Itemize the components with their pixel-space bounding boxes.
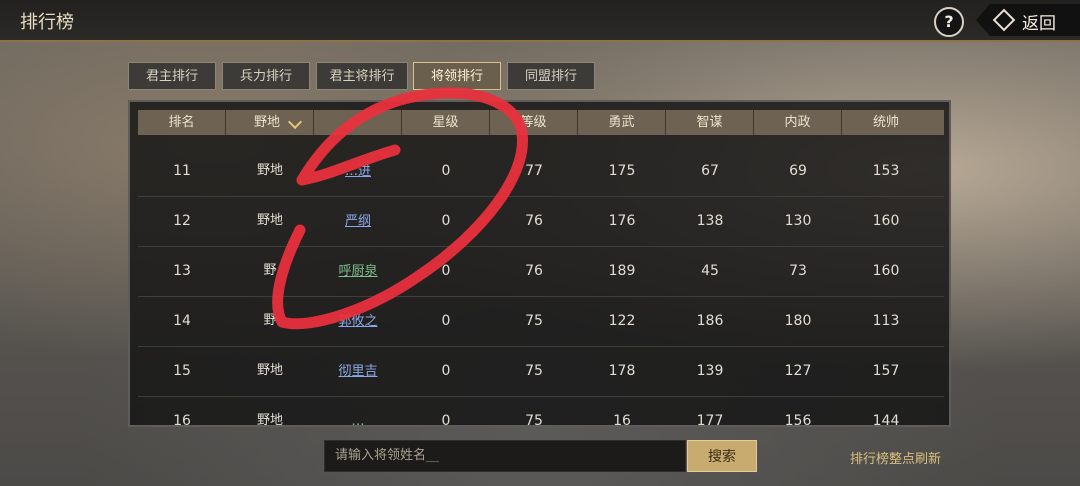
command-cell: 157 — [872, 363, 900, 379]
intellect-cell: 138 — [696, 213, 724, 229]
region-cell: 野 — [263, 263, 277, 278]
level-cell: 76 — [525, 213, 543, 229]
col-name — [314, 110, 402, 135]
table-row[interactable]: 15 野地 彻里吉 0 75 178 139 127 157 — [138, 346, 944, 397]
star-cell: 0 — [441, 363, 451, 379]
region-cell: 野地 — [256, 413, 283, 427]
tab-lord-general-ranking[interactable]: 君主将排行 — [316, 62, 408, 90]
intellect-cell: 45 — [701, 263, 719, 279]
politics-cell: 127 — [784, 363, 812, 379]
intellect-cell: 177 — [696, 413, 724, 427]
col-level: 等级 — [490, 110, 578, 135]
general-name-link[interactable]: 郭攸之 — [338, 314, 377, 329]
intellect-cell: 139 — [696, 363, 724, 379]
command-cell: 144 — [872, 413, 900, 427]
command-cell: 160 — [872, 213, 900, 229]
general-name-link[interactable]: …进 — [345, 164, 371, 179]
politics-cell: 180 — [784, 313, 812, 329]
region-cell: 野 — [263, 313, 277, 328]
rank-cell: 13 — [173, 263, 191, 279]
level-cell: 76 — [525, 263, 543, 279]
general-name-link[interactable]: 严纲 — [345, 214, 371, 229]
valor-cell: 175 — [608, 163, 636, 179]
rank-cell: 14 — [173, 313, 191, 329]
star-cell: 0 — [441, 213, 451, 229]
table-header: 排名 野地 星级 等级 勇武 智谋 内政 统帅 — [138, 110, 944, 135]
command-cell: 113 — [872, 313, 900, 329]
star-cell: 0 — [441, 413, 451, 427]
rank-cell: 15 — [173, 363, 191, 379]
table-row[interactable]: 12 野地 严纲 0 76 176 138 130 160 — [138, 196, 944, 247]
rank-cell: 12 — [173, 213, 191, 229]
star-cell: 0 — [441, 163, 451, 179]
star-cell: 0 — [441, 263, 451, 279]
level-cell: 75 — [525, 413, 543, 427]
rank-cell: 16 — [173, 413, 191, 427]
name-cell: …进 — [314, 146, 402, 196]
col-politics: 内政 — [754, 110, 842, 135]
intellect-cell: 67 — [701, 163, 719, 179]
page-title: 排行榜 — [20, 12, 74, 33]
intellect-cell: 186 — [696, 313, 724, 329]
general-name-link[interactable]: 呼厨泉 — [338, 264, 377, 279]
region-cell: 野地 — [256, 213, 283, 228]
back-label: 返回 — [1022, 14, 1056, 34]
ranking-table: 排名 野地 星级 等级 勇武 智谋 内政 统帅 11 野地 …进 0 77 17… — [128, 100, 951, 427]
name-cell: 彻里吉 — [314, 346, 402, 396]
valor-cell: 16 — [613, 413, 631, 427]
level-cell: 75 — [525, 363, 543, 379]
top-bar: 排行榜 ? 返回 — [0, 0, 1080, 42]
search-button[interactable]: 搜索 — [687, 440, 757, 472]
politics-cell: 69 — [789, 163, 807, 179]
valor-cell: 176 — [608, 213, 636, 229]
chevron-down-icon — [287, 114, 303, 130]
help-button[interactable]: ? — [934, 7, 964, 37]
tab-general-ranking[interactable]: 将领排行 — [413, 62, 501, 90]
back-button[interactable]: 返回 — [976, 4, 1080, 36]
col-region-filter[interactable]: 野地 — [226, 110, 314, 135]
valor-cell: 122 — [608, 313, 636, 329]
region-cell: 野地 — [256, 363, 283, 378]
star-cell: 0 — [441, 313, 451, 329]
region-cell: 野地 — [256, 163, 283, 178]
general-name-link[interactable]: 彻里吉 — [338, 364, 377, 379]
table-row[interactable]: 14 野 郭攸之 0 75 122 186 180 113 — [138, 296, 944, 347]
rank-cell: 11 — [173, 163, 191, 179]
politics-cell: 130 — [784, 213, 812, 229]
tab-alliance-ranking[interactable]: 同盟排行 — [507, 62, 595, 90]
politics-cell: 156 — [784, 413, 812, 427]
table-row[interactable]: 16 野地 … 0 75 16 177 156 144 — [138, 396, 944, 427]
valor-cell: 178 — [608, 363, 636, 379]
name-cell: … — [314, 396, 402, 425]
name-cell: 严纲 — [314, 196, 402, 246]
col-region-label: 野地 — [254, 115, 281, 130]
table-row[interactable]: 13 野 呼厨泉 0 76 189 45 73 160 — [138, 246, 944, 297]
valor-cell: 189 — [608, 263, 636, 279]
col-valor: 勇武 — [578, 110, 666, 135]
col-intellect: 智谋 — [666, 110, 754, 135]
command-cell: 160 — [872, 263, 900, 279]
general-name-search-input[interactable]: 请输入将领姓名__ — [324, 440, 686, 472]
col-star: 星级 — [402, 110, 490, 135]
refresh-note: 排行榜整点刷新 — [850, 452, 942, 467]
general-name-link[interactable]: … — [352, 414, 365, 425]
name-cell: 呼厨泉 — [314, 246, 402, 296]
command-cell: 153 — [872, 163, 900, 179]
tab-lord-ranking[interactable]: 君主排行 — [128, 62, 216, 90]
back-diamond-icon — [992, 8, 1016, 32]
politics-cell: 73 — [789, 263, 807, 279]
name-cell: 郭攸之 — [314, 296, 402, 346]
col-command: 统帅 — [872, 115, 899, 130]
table-row[interactable]: 11 野地 …进 0 77 175 67 69 153 — [138, 146, 944, 197]
col-rank: 排名 — [138, 110, 226, 135]
level-cell: 77 — [525, 163, 543, 179]
level-cell: 75 — [525, 313, 543, 329]
tab-troops-ranking[interactable]: 兵力排行 — [222, 62, 310, 90]
